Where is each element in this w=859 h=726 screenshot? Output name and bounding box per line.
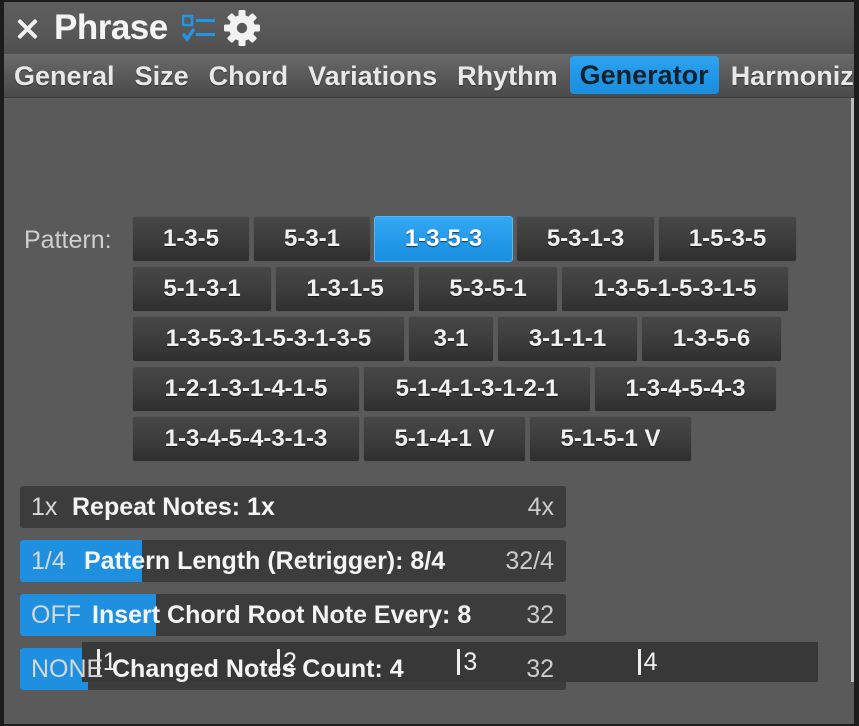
pattern-button-1-3-1-5[interactable]: 1-3-1-5 bbox=[275, 266, 415, 312]
pattern-button-1-3-5[interactable]: 1-3-5 bbox=[132, 216, 250, 262]
pattern-button-label: 5-1-3-1 bbox=[163, 275, 240, 303]
checklist-icon[interactable] bbox=[182, 13, 216, 43]
timeline-ruler[interactable]: 1 2 3 4 bbox=[82, 642, 818, 682]
pattern-button-label: 1-2-1-3-1-4-1-5 bbox=[165, 375, 328, 403]
pattern-button-label: 5-3-5-1 bbox=[449, 275, 526, 303]
pattern-row: 1-3-4-5-4-3-1-3 5-1-4-1 V 5-1-5-1 V bbox=[132, 416, 836, 462]
slider-value-text: Repeat Notes: 1x bbox=[20, 486, 566, 528]
tab-harmonize[interactable]: Harmonize bbox=[721, 54, 859, 98]
pattern-button-1-3-5-6[interactable]: 1-3-5-6 bbox=[641, 316, 782, 362]
pattern-button-1-5-3-5[interactable]: 1-5-3-5 bbox=[658, 216, 797, 262]
ruler-tick-mark bbox=[457, 649, 460, 675]
tab-bar: General Size Chord Variations Rhythm Gen… bbox=[4, 54, 854, 98]
pattern-button-label: 5-1-4-1 V bbox=[394, 425, 494, 453]
phrase-window: Phrase General Size Chord Variations Rhy… bbox=[0, 0, 859, 726]
pattern-row: 1-3-5-3-1-5-3-1-3-5 3-1 3-1-1-1 1-3-5-6 bbox=[132, 316, 836, 362]
ruler-tick-mark bbox=[277, 649, 280, 675]
slider-max-label: 32 bbox=[526, 648, 554, 690]
pattern-button-3-1[interactable]: 3-1 bbox=[408, 316, 494, 362]
gear-icon[interactable] bbox=[222, 8, 262, 48]
pattern-button-5-1-4-1-3-1-2-1[interactable]: 5-1-4-1-3-1-2-1 bbox=[363, 366, 591, 412]
slider-max-label: 32/4 bbox=[505, 540, 554, 582]
ruler-tick-label: 2 bbox=[283, 648, 297, 677]
ruler-tick-label: 1 bbox=[103, 648, 117, 677]
pattern-row: 5-1-3-1 1-3-1-5 5-3-5-1 1-3-5-1-5-3-1-5 bbox=[132, 266, 836, 312]
page-title: Phrase bbox=[54, 8, 168, 48]
pattern-button-1-2-1-3-1-4-1-5[interactable]: 1-2-1-3-1-4-1-5 bbox=[132, 366, 360, 412]
tab-variations[interactable]: Variations bbox=[298, 54, 447, 98]
tab-label: Rhythm bbox=[457, 61, 558, 92]
pattern-button-label: 1-3-5-3 bbox=[405, 225, 482, 253]
pattern-button-label: 5-3-1-3 bbox=[547, 225, 624, 253]
pattern-button-label: 3-1-1-1 bbox=[529, 325, 606, 353]
pattern-label: Pattern: bbox=[24, 226, 112, 255]
pattern-button-label: 5-3-1 bbox=[284, 225, 340, 253]
close-icon[interactable] bbox=[8, 8, 46, 48]
pattern-button-grid: 1-3-5 5-3-1 1-3-5-3 5-3-1-3 1-5-3-5 5-1-3-1 1-… bbox=[132, 216, 836, 466]
pattern-button-label: 1-3-4-5-4-3 bbox=[625, 375, 745, 403]
right-scroll-rail[interactable] bbox=[851, 98, 854, 682]
slider-min-label: OFF bbox=[31, 594, 81, 636]
pattern-button-5-1-3-1[interactable]: 5-1-3-1 bbox=[132, 266, 272, 312]
pattern-row: 1-2-1-3-1-4-1-5 5-1-4-1-3-1-2-1 1-3-4-5-4-… bbox=[132, 366, 836, 412]
ruler-tick-mark bbox=[638, 649, 641, 675]
pattern-button-1-3-4-5-4-3-1-3[interactable]: 1-3-4-5-4-3-1-3 bbox=[132, 416, 360, 462]
pattern-button-label: 3-1 bbox=[434, 325, 469, 353]
pattern-button-label: 1-3-5-6 bbox=[673, 325, 750, 353]
pattern-button-5-3-5-1[interactable]: 5-3-5-1 bbox=[418, 266, 558, 312]
tab-label: Chord bbox=[209, 61, 288, 92]
pattern-button-label: 5-1-5-1 V bbox=[560, 425, 660, 453]
tab-rhythm[interactable]: Rhythm bbox=[447, 54, 568, 98]
tab-label: General bbox=[14, 61, 115, 92]
pattern-button-label: 1-3-4-5-4-3-1-3 bbox=[165, 425, 328, 453]
ruler-tick: 3 bbox=[457, 642, 477, 682]
pattern-button-label: 5-1-4-1-3-1-2-1 bbox=[396, 375, 559, 403]
ruler-tick: 2 bbox=[277, 642, 297, 682]
tab-label: Size bbox=[135, 61, 189, 92]
slider-insert-chord-root-note-every[interactable]: OFFInsert Chord Root Note Every: 832 bbox=[20, 594, 566, 636]
slider-min-label: NONE bbox=[31, 648, 103, 690]
pattern-button-1-3-5-1-5-3-1-5[interactable]: 1-3-5-1-5-3-1-5 bbox=[561, 266, 789, 312]
pattern-button-1-3-4-5-4-3[interactable]: 1-3-4-5-4-3 bbox=[594, 366, 777, 412]
pattern-button-3-1-1-1[interactable]: 3-1-1-1 bbox=[497, 316, 638, 362]
pattern-button-1-3-5-3[interactable]: 1-3-5-3 bbox=[374, 216, 513, 262]
tab-general[interactable]: General bbox=[4, 54, 125, 98]
pattern-button-label: 1-3-1-5 bbox=[306, 275, 383, 303]
slider-min-label: 1x bbox=[31, 486, 57, 528]
pattern-button-label: 1-3-5-1-5-3-1-5 bbox=[594, 275, 757, 303]
tab-chord[interactable]: Chord bbox=[199, 54, 298, 98]
generator-panel: Pattern: 1-3-5 5-3-1 1-3-5-3 5-3-1-3 1-5-3-5… bbox=[4, 98, 854, 682]
tab-label: Harmonize bbox=[731, 61, 859, 92]
pattern-button-label: 1-3-5-3-1-5-3-1-3-5 bbox=[166, 325, 371, 353]
pattern-button-5-1-4-1 V[interactable]: 5-1-4-1 V bbox=[363, 416, 526, 462]
pattern-button-1-3-5-3-1-5-3-1-3-5[interactable]: 1-3-5-3-1-5-3-1-3-5 bbox=[132, 316, 405, 362]
ruler-tick: 4 bbox=[638, 642, 658, 682]
pattern-button-5-3-1[interactable]: 5-3-1 bbox=[253, 216, 371, 262]
tab-generator[interactable]: Generator bbox=[570, 56, 719, 94]
pattern-button-label: 1-3-5 bbox=[163, 225, 219, 253]
tab-label: Generator bbox=[580, 60, 709, 91]
pattern-button-5-3-1-3[interactable]: 5-3-1-3 bbox=[516, 216, 655, 262]
slider-pattern-length-retrigger[interactable]: 1/4Pattern Length (Retrigger): 8/432/4 bbox=[20, 540, 566, 582]
title-bar: Phrase bbox=[4, 2, 854, 54]
pattern-row: 1-3-5 5-3-1 1-3-5-3 5-3-1-3 1-5-3-5 bbox=[132, 216, 836, 262]
ruler-tick-label: 4 bbox=[644, 648, 658, 677]
tab-size[interactable]: Size bbox=[125, 54, 199, 98]
ruler-tick-label: 3 bbox=[463, 648, 477, 677]
tab-label: Variations bbox=[308, 61, 437, 92]
pattern-button-5-1-5-1 V[interactable]: 5-1-5-1 V bbox=[529, 416, 692, 462]
slider-repeat-notes[interactable]: 1xRepeat Notes: 1x4x bbox=[20, 486, 566, 528]
slider-max-label: 4x bbox=[528, 486, 554, 528]
pattern-button-label: 1-5-3-5 bbox=[689, 225, 766, 253]
slider-min-label: 1/4 bbox=[31, 540, 66, 582]
slider-max-label: 32 bbox=[526, 594, 554, 636]
